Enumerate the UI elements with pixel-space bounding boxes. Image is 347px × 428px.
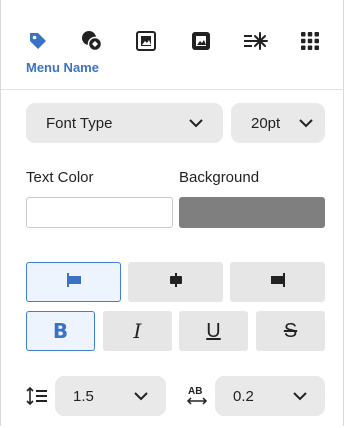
line-spacing-value: 1.5 (73, 387, 94, 405)
text-color-label: Text Color (26, 169, 94, 186)
letter-spacing-icon: AB (186, 384, 208, 413)
underline-button[interactable]: U (179, 311, 248, 351)
tag-icon[interactable] (25, 28, 51, 54)
align-right-button[interactable] (230, 262, 325, 302)
active-tab-label: Menu Name (26, 60, 99, 75)
font-size-select[interactable]: 20pt (231, 103, 325, 143)
image-filled-icon[interactable] (188, 28, 214, 54)
text-color-swatch[interactable] (26, 197, 173, 228)
chevron-down-icon (189, 118, 203, 128)
font-size-value: 20pt (251, 114, 281, 132)
line-spacing-select[interactable]: 1.5 (55, 376, 166, 416)
font-type-value: Font Type (46, 114, 113, 132)
chevron-down-icon (293, 391, 307, 401)
align-center-button[interactable] (128, 262, 223, 302)
font-type-select[interactable]: Font Type (26, 103, 223, 143)
letter-spacing-value: 0.2 (233, 387, 254, 405)
align-center-icon (168, 272, 184, 293)
strikethrough-button[interactable]: S (256, 311, 325, 351)
svg-text:AB: AB (188, 386, 202, 397)
grid-dots-icon[interactable] (297, 28, 323, 54)
bold-icon: B (52, 319, 69, 343)
bold-button[interactable]: B (26, 311, 95, 351)
align-right-icon (270, 272, 286, 293)
background-color-swatch[interactable] (179, 197, 325, 228)
background-label: Background (179, 169, 260, 186)
underline-icon: U (206, 319, 221, 342)
align-left-icon (66, 272, 82, 293)
chevron-down-icon (134, 391, 148, 401)
sparkle-lines-icon[interactable] (243, 28, 269, 54)
image-frame-icon[interactable] (133, 28, 159, 54)
italic-icon: I (133, 319, 142, 343)
line-spacing-icon (26, 386, 48, 411)
align-left-button[interactable] (26, 262, 121, 302)
strikethrough-icon: S (283, 319, 298, 342)
divider (1, 89, 344, 90)
chevron-down-icon (299, 118, 313, 128)
shape-badge-icon[interactable] (79, 28, 105, 54)
letter-spacing-select[interactable]: 0.2 (215, 376, 325, 416)
icon-tab-bar (25, 28, 325, 56)
italic-button[interactable]: I (103, 311, 172, 351)
